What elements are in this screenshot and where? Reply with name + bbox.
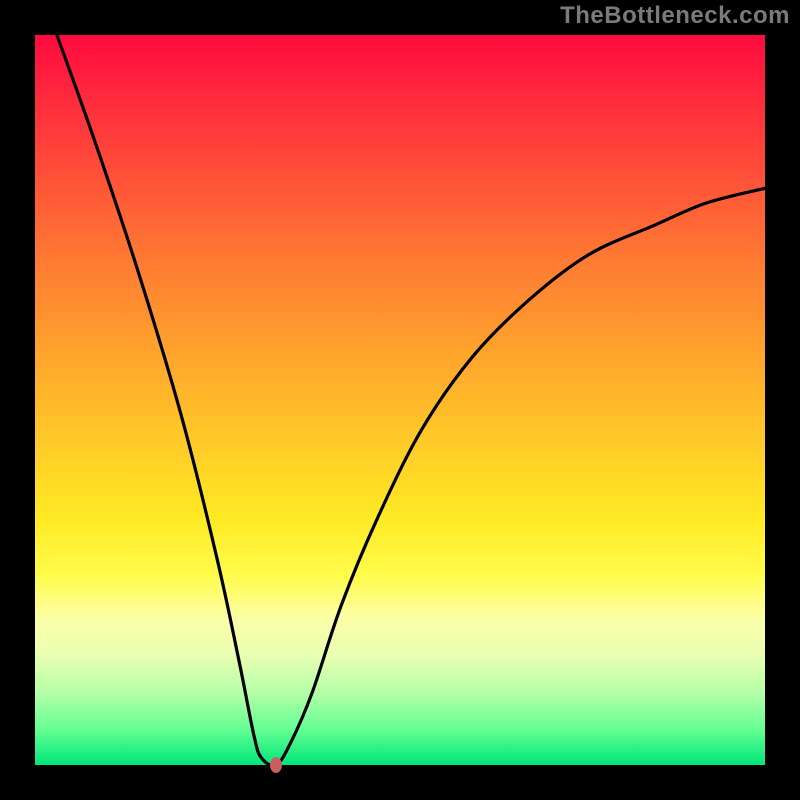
minimum-marker bbox=[270, 757, 282, 773]
curve-svg bbox=[35, 35, 765, 765]
watermark-text: TheBottleneck.com bbox=[560, 2, 790, 30]
plot-area bbox=[35, 35, 765, 765]
curve-path bbox=[57, 35, 765, 766]
chart-frame: TheBottleneck.com bbox=[0, 0, 800, 800]
